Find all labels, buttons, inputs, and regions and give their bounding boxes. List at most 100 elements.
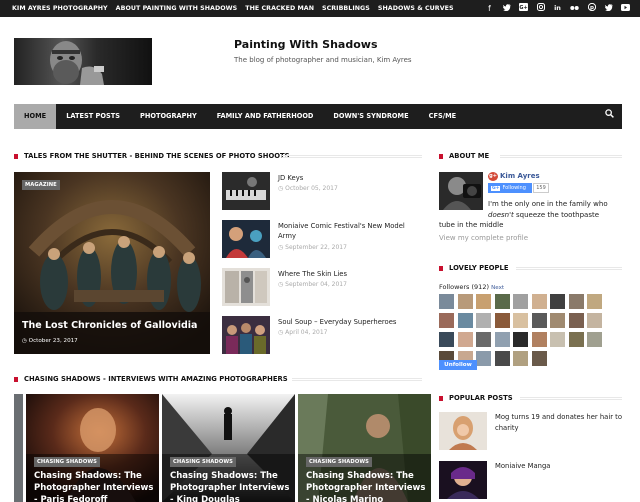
twitter-icon[interactable] (502, 0, 511, 17)
list-item[interactable]: Moniaive Comic Festival's New Model Army… (222, 220, 422, 260)
top-link-about[interactable]: ABOUT PAINTING WITH SHADOWS (116, 5, 238, 12)
twitter-bird-icon[interactable] (604, 0, 613, 17)
card-title[interactable]: Chasing Shadows: The Photographer Interv… (170, 470, 290, 502)
lovely-people-section-heading: LOVELY PEOPLE (439, 264, 509, 272)
google-plus-small-icon: G+ (491, 185, 501, 191)
post-title[interactable]: Where The Skin Lies (278, 269, 423, 279)
follower-avatar[interactable] (531, 313, 547, 328)
card-category-badge[interactable]: CHASING SHADOWS (306, 457, 373, 467)
nav-item-cfs-me[interactable]: CFS/ME (419, 104, 467, 129)
follower-avatar[interactable] (457, 294, 473, 309)
card-title[interactable]: Chasing Shadows: The Photographer Interv… (306, 470, 426, 502)
follower-avatar[interactable] (494, 332, 510, 347)
list-item[interactable]: Where The Skin Lies ◷ September 04, 2017 (222, 268, 422, 308)
follower-avatar[interactable] (568, 294, 584, 309)
search-icon[interactable] (605, 104, 614, 129)
follower-avatar[interactable] (550, 332, 565, 347)
post-title[interactable]: JD Keys (278, 173, 423, 183)
follower-avatar[interactable] (513, 351, 528, 366)
carousel-card[interactable]: CHASING SHADOWS Chasing Shadows: The Pho… (26, 394, 159, 502)
svg-text:G+: G+ (519, 5, 527, 11)
follower-avatar[interactable] (457, 332, 473, 347)
about-avatar[interactable] (439, 172, 483, 210)
top-link-shadows-curves[interactable]: SHADOWS & CURVES (378, 5, 454, 12)
post-title[interactable]: Soul Soup – Everyday Superheroes (278, 317, 423, 327)
feature-date-text: October 23, 2017 (28, 338, 78, 344)
post-thumbnail[interactable] (222, 172, 270, 210)
feature-category-badge[interactable]: MAGAZINE (22, 180, 60, 190)
header-portrait-image[interactable] (14, 38, 152, 85)
post-thumbnail[interactable] (222, 316, 270, 354)
popular-post-item[interactable]: Mog turns 19 and donates her hair to cha… (439, 412, 624, 452)
follower-avatar[interactable] (439, 294, 454, 309)
follower-avatar[interactable] (587, 313, 602, 328)
card-category-badge[interactable]: CHASING SHADOWS (34, 457, 101, 467)
list-item[interactable]: Soul Soup – Everyday Superheroes ◷ April… (222, 316, 422, 356)
nav-item-downs-syndrome[interactable]: DOWN'S SYNDROME (323, 104, 418, 129)
featured-post[interactable]: MAGAZINE The Lost Chronicles of Gallovid… (14, 172, 210, 354)
follower-avatar[interactable] (513, 294, 528, 309)
youtube-icon[interactable] (621, 0, 630, 17)
follower-avatar[interactable] (457, 313, 473, 328)
nav-item-family-and-fatherhood[interactable]: FAMILY AND FATHERHOOD (207, 104, 324, 129)
nav-item-latest-posts[interactable]: LATEST POSTS (56, 104, 130, 129)
post-title[interactable]: Moniaive Comic Festival's New Model Army (278, 221, 423, 241)
follower-avatar[interactable] (531, 294, 547, 309)
nav-item-home[interactable]: HOME (14, 104, 57, 129)
social-links: f G+ in p (485, 0, 630, 17)
post-thumbnail[interactable] (222, 220, 270, 258)
popular-post-item[interactable]: Moniaive Manga (439, 461, 624, 501)
follower-avatar[interactable] (513, 332, 528, 347)
popular-post-thumbnail[interactable] (439, 461, 487, 499)
top-link-kim-ayres-photography[interactable]: KIM AYRES PHOTOGRAPHY (12, 5, 108, 12)
follower-avatar[interactable] (494, 313, 510, 328)
card-category-badge[interactable]: CHASING SHADOWS (170, 457, 237, 467)
follower-avatar[interactable] (439, 332, 454, 347)
follower-avatar[interactable] (494, 351, 510, 366)
popular-post-title[interactable]: Moniaive Manga (495, 461, 625, 472)
follower-avatar[interactable] (531, 332, 547, 347)
about-bio-emphasis: doesn't (488, 211, 514, 219)
heading-marker (439, 395, 443, 401)
popular-post-title[interactable]: Mog turns 19 and donates her hair to cha… (495, 412, 625, 434)
complete-profile-link[interactable]: View my complete profile (439, 234, 528, 242)
heading-marker (439, 265, 443, 271)
feature-title[interactable]: The Lost Chronicles of Gallovidia (22, 320, 197, 331)
pinterest-icon[interactable]: p (587, 0, 596, 17)
nav-item-photography[interactable]: PHOTOGRAPHY (130, 104, 207, 129)
list-item[interactable]: JD Keys ◷ October 05, 2017 (222, 172, 422, 212)
follower-avatar[interactable] (513, 313, 528, 328)
flickr-icon[interactable] (570, 0, 579, 17)
followers-next-link[interactable]: Next (491, 285, 504, 291)
following-button[interactable]: G+ Following (488, 183, 532, 193)
follower-avatar[interactable] (568, 313, 584, 328)
carousel-card[interactable]: CHASING SHADOWS Chasing Shadows: The Pho… (162, 394, 295, 502)
card-title[interactable]: Chasing Shadows: The Photographer Interv… (34, 470, 154, 502)
popular-post-thumbnail[interactable] (439, 412, 487, 450)
follower-avatar[interactable] (439, 313, 454, 328)
follower-avatar[interactable] (550, 313, 565, 328)
carousel-card[interactable]: CHASING SHADOWS Chasing Shadows: The Pho… (298, 394, 431, 502)
google-plus-icon[interactable]: G+ (519, 0, 528, 17)
follower-avatar[interactable] (476, 313, 491, 328)
carousel-prev-card-edge[interactable] (14, 394, 23, 502)
site-title[interactable]: Painting With Shadows (234, 38, 378, 51)
follower-avatar[interactable] (568, 332, 584, 347)
top-link-cracked-man[interactable]: THE CRACKED MAN (245, 5, 314, 12)
follower-avatar[interactable] (476, 294, 491, 309)
follower-avatar[interactable] (494, 294, 510, 309)
follower-avatar[interactable] (531, 351, 547, 366)
post-date-text: October 05, 2017 (285, 185, 338, 192)
follower-avatar[interactable] (587, 332, 602, 347)
instagram-icon[interactable] (536, 0, 545, 17)
about-name-link[interactable]: Kim Ayres (500, 172, 540, 180)
post-thumbnail[interactable] (222, 268, 270, 306)
follower-avatar[interactable] (476, 351, 491, 366)
linkedin-icon[interactable]: in (553, 0, 562, 17)
follower-avatar[interactable] (587, 294, 602, 309)
facebook-icon[interactable]: f (485, 0, 494, 17)
unfollow-button[interactable]: Unfollow (439, 360, 477, 370)
follower-avatar[interactable] (550, 294, 565, 309)
top-link-scribblings[interactable]: SCRIBBLINGS (322, 5, 370, 12)
follower-avatar[interactable] (476, 332, 491, 347)
